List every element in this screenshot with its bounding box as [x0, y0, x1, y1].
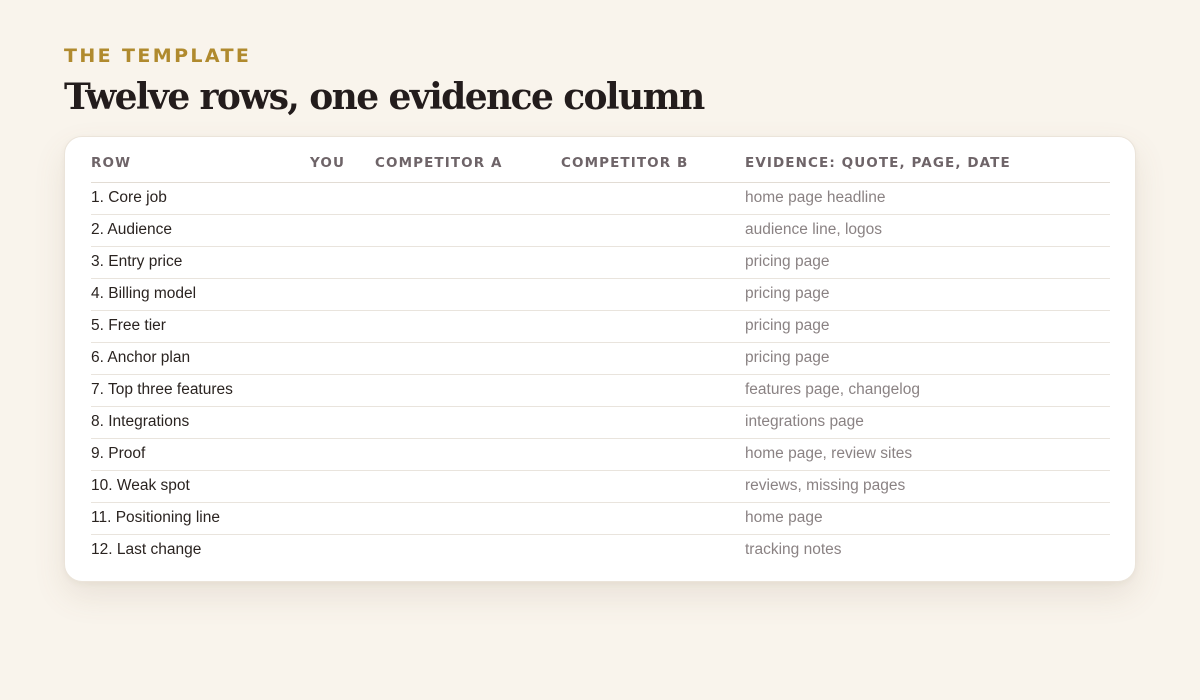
template-card: ROW YOU COMPETITOR A COMPETITOR B EVIDEN… [64, 136, 1136, 582]
row-label: 10. Weak spot [91, 470, 310, 503]
cell-evidence: audience line, logos [745, 214, 1110, 247]
table-row: 12. Last change tracking notes [91, 534, 1110, 566]
cell-evidence: pricing page [745, 342, 1110, 375]
cell-evidence: tracking notes [745, 541, 842, 559]
cell-competitor-b [561, 342, 745, 375]
cell-evidence: pricing page [745, 278, 1110, 311]
cell-competitor-b [561, 438, 745, 471]
column-header-competitor-b: COMPETITOR B [561, 145, 745, 183]
cell-evidence: reviews, missing pages [745, 470, 1110, 503]
cell-you [310, 310, 375, 343]
cell-competitor-a [375, 374, 561, 407]
table-row: 5. Free tier pricing page [91, 310, 1110, 343]
cell-competitor-b [561, 374, 745, 407]
cell-competitor-b [561, 182, 745, 215]
row-label: 2. Audience [91, 214, 310, 247]
cell-evidence: home page [745, 502, 1110, 535]
comparison-table: ROW YOU COMPETITOR A COMPETITOR B EVIDEN… [91, 145, 1110, 566]
cell-you [310, 342, 375, 375]
cell-you [310, 502, 375, 535]
table-row: 7. Top three features features page, cha… [91, 374, 1110, 407]
table-row: 9. Proof home page, review sites [91, 438, 1110, 471]
cell-competitor-b [561, 470, 745, 503]
cell-competitor-a [375, 502, 561, 535]
row-label: 12. Last change [91, 541, 202, 559]
cell-you [310, 406, 375, 439]
cell-competitor-a [375, 406, 561, 439]
cell-competitor-b [561, 214, 745, 247]
cell-competitor-b [561, 310, 745, 343]
cell-you [310, 214, 375, 247]
cell-competitor-a [375, 182, 561, 215]
row-label: 4. Billing model [91, 278, 310, 311]
table-row: 3. Entry price pricing page [91, 246, 1110, 279]
table-row: 6. Anchor plan pricing page [91, 342, 1110, 375]
page-title: Twelve rows, one evidence column [64, 76, 705, 118]
table-row: 10. Weak spot reviews, missing pages [91, 470, 1110, 503]
cell-competitor-a [375, 310, 561, 343]
cell-competitor-b [561, 406, 745, 439]
row-label: 9. Proof [91, 438, 310, 471]
cell-evidence: home page, review sites [745, 438, 1110, 471]
cell-you [310, 374, 375, 407]
cell-you [310, 182, 375, 215]
cell-evidence: features page, changelog [745, 374, 1110, 407]
cell-competitor-b [561, 246, 745, 279]
section-eyebrow: THE TEMPLATE [64, 45, 252, 67]
column-header-evidence: EVIDENCE: QUOTE, PAGE, DATE [745, 145, 1110, 183]
cell-competitor-a [375, 342, 561, 375]
cell-competitor-a [375, 534, 561, 566]
cell-you [310, 246, 375, 279]
cell-evidence: pricing page [745, 246, 1110, 279]
cell-you [310, 278, 375, 311]
cell-evidence: pricing page [745, 310, 1110, 343]
cell-competitor-b [561, 534, 745, 566]
row-label: 1. Core job [91, 182, 310, 215]
cell-competitor-b [561, 278, 745, 311]
cell-you [310, 470, 375, 503]
cell-you [310, 534, 375, 566]
table-row: 11. Positioning line home page [91, 502, 1110, 535]
column-header-competitor-a: COMPETITOR A [375, 145, 561, 183]
column-header-you: YOU [310, 145, 375, 183]
row-label: 6. Anchor plan [91, 342, 310, 375]
cell-you [310, 438, 375, 471]
table-header-row: ROW YOU COMPETITOR A COMPETITOR B EVIDEN… [91, 145, 1110, 183]
cell-competitor-b [561, 502, 745, 535]
cell-competitor-a [375, 438, 561, 471]
cell-evidence: home page headline [745, 182, 1110, 215]
cell-competitor-a [375, 214, 561, 247]
cell-competitor-a [375, 246, 561, 279]
header: THE TEMPLATE Twelve rows, one evidence c… [64, 44, 1136, 120]
row-label: 5. Free tier [91, 310, 310, 343]
row-label: 8. Integrations [91, 406, 310, 439]
cell-competitor-a [375, 470, 561, 503]
row-label: 7. Top three features [91, 374, 310, 407]
table-row: 1. Core job home page headline [91, 182, 1110, 215]
table-body: 1. Core job home page headline 2. Audien… [91, 182, 1110, 566]
row-label: 3. Entry price [91, 246, 310, 279]
table-row: 8. Integrations integrations page [91, 406, 1110, 439]
table-row: 2. Audience audience line, logos [91, 214, 1110, 247]
row-label: 11. Positioning line [91, 502, 310, 535]
table-row: 4. Billing model pricing page [91, 278, 1110, 311]
cell-competitor-a [375, 278, 561, 311]
cell-evidence: integrations page [745, 406, 1110, 439]
column-header-row: ROW [91, 145, 310, 183]
